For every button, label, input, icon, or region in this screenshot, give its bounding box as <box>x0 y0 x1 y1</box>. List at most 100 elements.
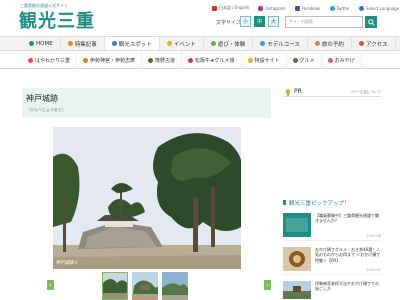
instagram-icon <box>258 5 264 11</box>
nav-label: 特設サイト <box>254 57 280 64</box>
book-icon <box>67 41 73 46</box>
twitter-icon <box>329 5 335 11</box>
font-size-label: 文字サイズ <box>216 20 241 26</box>
calendar-icon <box>166 41 172 46</box>
sns-label: Instagram <box>265 5 286 11</box>
thumb-next-button[interactable]: › <box>264 280 271 290</box>
pickup-section: 観光三重ピックアップ！ 【職員募集中】三重県観光連盟で働きませんか？ 2022.… <box>283 199 381 300</box>
shrine-icon <box>83 57 89 63</box>
facebook-link[interactable]: Facebook <box>294 5 321 11</box>
nav-label: アクセス <box>365 41 388 48</box>
pickup-thumbnail <box>283 281 311 299</box>
nav-model-course[interactable]: モデルコース <box>253 37 308 50</box>
sns-label: 日本語 / English <box>219 5 250 10</box>
nav-activities[interactable]: 遊び・体験 <box>204 37 254 50</box>
font-size-large-button[interactable]: 大 <box>268 16 279 27</box>
nav-label: イベント <box>173 41 196 48</box>
nav-label: 遊び・体験 <box>217 41 246 48</box>
nav-label: 熊野古道 <box>155 57 176 64</box>
nav-features[interactable]: 特集記事 <box>61 37 105 50</box>
home-icon <box>29 41 34 46</box>
nav-home[interactable]: HOME <box>22 37 61 50</box>
font-size-medium-button[interactable]: 中 <box>254 16 265 27</box>
instagram-link[interactable]: Instagram <box>258 5 286 11</box>
search-icon <box>367 18 375 26</box>
nav-events[interactable]: イベント <box>160 37 204 50</box>
search-input[interactable]: サイト内検索 <box>285 16 363 28</box>
camera-icon <box>111 41 117 46</box>
route-icon <box>260 41 266 46</box>
photo-thumbnails: ‹ › <box>22 272 272 300</box>
pr-section: PR バナー広告について <box>283 88 381 97</box>
path-icon <box>148 57 154 63</box>
pickup-item[interactable]: おかげ横丁グルメ・おき茶48選！人気のものからお得まで ＜おかげ横丁特集＞【PR… <box>283 245 381 275</box>
nav-quick-mie[interactable]: はやわかり三重 <box>22 52 78 68</box>
nav-label: 伊勢神宮・伊勢志摩 <box>90 57 136 64</box>
site-header: 三重県観光連盟公式サイト 観光三重 日本語 / English Instagra… <box>0 0 400 36</box>
nav-label: グルメ <box>299 57 315 64</box>
site-logo[interactable]: 観光三重 <box>19 7 95 33</box>
nav-souvenir[interactable]: おみやげ <box>322 52 362 68</box>
banner-ad-link[interactable]: バナー広告について <box>350 90 381 95</box>
thumbnail-3[interactable] <box>162 272 188 300</box>
thumbnail-2[interactable] <box>132 272 158 300</box>
select-language-link[interactable]: Select Language <box>358 5 399 11</box>
castle-photo <box>53 127 241 269</box>
ticket-icon <box>314 41 320 46</box>
pickup-item-text: 【職員募集中】三重県観光連盟で働きませんか？ <box>315 213 379 224</box>
main-photo[interactable]: 神戸城跡① <box>53 127 241 269</box>
pickup-item[interactable]: 【職員募集中】三重県観光連盟で働きませんか？ 2022.08 <box>283 211 381 241</box>
access-icon <box>358 41 364 46</box>
primary-nav: HOME 特集記事 観光スポット イベント 遊び・体験 モデルコース 旅の予約 … <box>0 36 400 51</box>
nav-label: 特集記事 <box>74 41 97 48</box>
search-button[interactable] <box>365 16 377 28</box>
nav-label: おみやげ <box>334 57 355 64</box>
pickup-thumbnail <box>283 213 311 237</box>
chevron-left-icon: ‹ <box>49 281 52 289</box>
nav-label: モデルコース <box>267 41 300 48</box>
nav-gourmet[interactable]: グルメ <box>287 52 322 68</box>
flag-icon <box>212 5 217 11</box>
nav-label: 松阪牛★グルメ旅 <box>195 57 235 64</box>
nav-spots[interactable]: 観光スポット <box>104 37 160 50</box>
nav-special[interactable]: 特設サイト <box>242 52 287 68</box>
dish-icon <box>292 57 298 63</box>
thumbnail-image <box>103 273 127 299</box>
thumbnail-1[interactable] <box>102 272 128 300</box>
language-link[interactable]: 日本語 / English <box>212 5 249 11</box>
pr-label: PR <box>294 88 302 95</box>
activity-icon <box>210 41 216 46</box>
nav-label: 旅の予約 <box>321 41 344 48</box>
nav-label: HOME <box>36 40 53 47</box>
nav-kumano[interactable]: 熊野古道 <box>142 52 183 68</box>
shrine-thumbnail-image <box>283 281 311 299</box>
bulb-icon <box>247 57 253 63</box>
thumb-prev-button[interactable]: ‹ <box>47 280 54 290</box>
logo-thumbnail-image <box>283 213 311 237</box>
nav-label: はやわかり三重 <box>35 57 71 64</box>
facebook-icon <box>294 5 300 11</box>
pickup-item-date: 2022.08 <box>366 234 381 238</box>
pickup-item-date: 2022.02 <box>366 268 381 272</box>
globe-icon <box>358 5 364 11</box>
map-icon <box>28 57 33 63</box>
page-title: 神戸城跡 <box>26 94 58 103</box>
title-box: 神戸城跡 （かんべじょうあと） <box>22 88 271 118</box>
photo-caption: 神戸城跡① <box>56 261 79 266</box>
twitter-link[interactable]: Twitter <box>329 5 350 11</box>
secondary-nav: はやわかり三重 伊勢神宮・伊勢志摩 熊野古道 松阪牛★グルメ旅 特設サイト グル… <box>0 52 400 69</box>
nav-access[interactable]: アクセス <box>352 37 396 50</box>
nav-booking[interactable]: 旅の予約 <box>308 37 352 50</box>
sns-links: 日本語 / English Instagram Facebook Twitter… <box>212 4 399 12</box>
nav-label: 観光スポット <box>118 41 152 48</box>
thumbnail-image <box>162 272 188 300</box>
food-icon <box>188 57 194 63</box>
chevron-right-icon: › <box>266 281 269 289</box>
pickup-thumbnail <box>283 247 311 271</box>
font-size-small-button[interactable]: 小 <box>240 16 251 27</box>
pickup-item[interactable]: 伊勢神宮参拝方法やおかげ横丁での過ごし方 <box>283 279 381 299</box>
nav-ise[interactable]: 伊勢神宮・伊勢志摩 <box>77 52 143 68</box>
sns-label: Twitter <box>336 5 350 11</box>
nav-matsusaka[interactable]: 松阪牛★グルメ旅 <box>182 52 242 68</box>
pickup-item-text: おかげ横丁グルメ・おき茶48選！人気のものからお得まで ＜おかげ横丁特集＞【PR… <box>315 247 381 263</box>
